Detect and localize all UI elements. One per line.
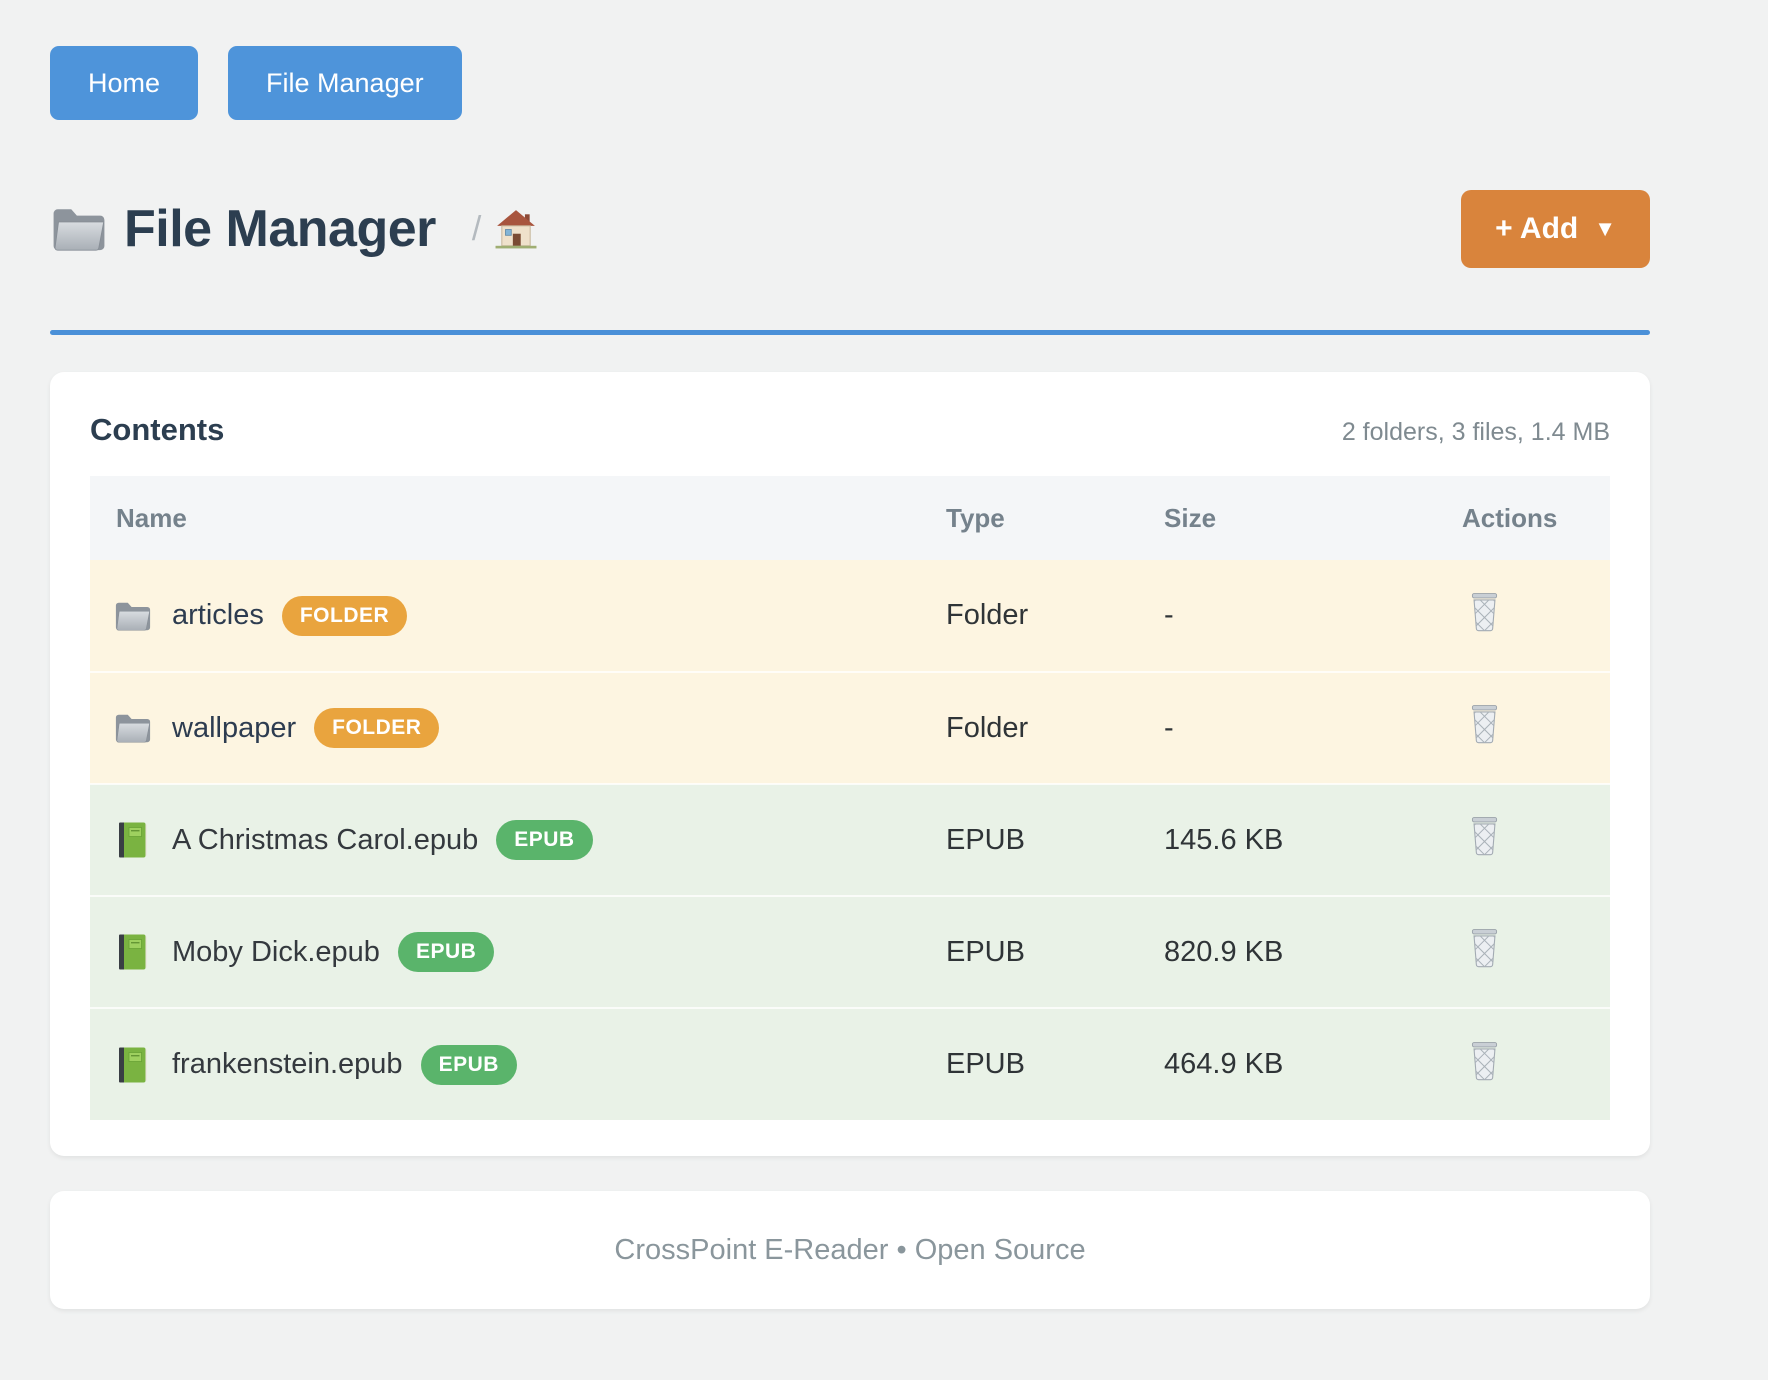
footer-card: CrossPoint E-Reader • Open Source (50, 1191, 1650, 1309)
delete-button[interactable] (1468, 592, 1501, 632)
trash-icon (1468, 1041, 1501, 1081)
top-nav: Home File Manager (50, 0, 1650, 120)
file-name-link[interactable]: articles (172, 599, 264, 632)
size-cell: - (1164, 560, 1462, 672)
delete-button[interactable] (1468, 928, 1501, 968)
folder-icon (114, 597, 152, 635)
home-button[interactable]: Home (50, 46, 198, 120)
file-name-link[interactable]: frankenstein.epub (172, 1048, 403, 1081)
size-cell: 145.6 KB (1164, 784, 1462, 896)
chevron-down-icon: ▼ (1594, 216, 1616, 242)
folder-icon (114, 709, 152, 747)
file-name-link[interactable]: Moby Dick.epub (172, 936, 380, 969)
table-header-row: Name Type Size Actions (90, 476, 1610, 560)
page: Home File Manager File Manager / + Add ▼… (50, 0, 1650, 1309)
epub-badge: EPUB (496, 820, 592, 860)
epub-badge: EPUB (421, 1045, 517, 1085)
folder-badge: FOLDER (314, 708, 439, 748)
page-title: File Manager (124, 199, 436, 259)
file-name-link[interactable]: A Christmas Carol.epub (172, 824, 478, 857)
type-cell: Folder (946, 560, 1164, 672)
file-table: Name Type Size Actions articles FOLDER F… (90, 476, 1610, 1120)
contents-heading: Contents (90, 412, 224, 448)
book-icon (114, 821, 152, 859)
contents-summary: 2 folders, 3 files, 1.4 MB (1342, 418, 1610, 447)
book-icon (114, 1046, 152, 1084)
folder-badge: FOLDER (282, 596, 407, 636)
file-name-link[interactable]: wallpaper (172, 712, 296, 745)
table-row: Moby Dick.epub EPUB EPUB 820.9 KB (90, 896, 1610, 1008)
column-header-name: Name (90, 476, 946, 560)
column-header-type: Type (946, 476, 1164, 560)
type-cell: EPUB (946, 896, 1164, 1008)
breadcrumb: / (472, 210, 481, 249)
table-row: frankenstein.epub EPUB EPUB 464.9 KB (90, 1008, 1610, 1120)
delete-button[interactable] (1468, 704, 1501, 744)
contents-card: Contents 2 folders, 3 files, 1.4 MB Name… (50, 372, 1650, 1156)
add-button-label: + Add (1495, 212, 1578, 246)
size-cell: 820.9 KB (1164, 896, 1462, 1008)
add-button[interactable]: + Add ▼ (1461, 190, 1650, 268)
size-cell: - (1164, 672, 1462, 784)
delete-button[interactable] (1468, 1041, 1501, 1081)
delete-button[interactable] (1468, 816, 1501, 856)
home-icon[interactable] (495, 208, 537, 250)
trash-icon (1468, 592, 1501, 632)
type-cell: Folder (946, 672, 1164, 784)
folder-icon (50, 205, 108, 253)
table-row: articles FOLDER Folder - (90, 560, 1610, 672)
title-divider (50, 330, 1650, 335)
type-cell: EPUB (946, 784, 1164, 896)
column-header-actions: Actions (1462, 476, 1610, 560)
size-cell: 464.9 KB (1164, 1008, 1462, 1120)
column-header-size: Size (1164, 476, 1462, 560)
trash-icon (1468, 928, 1501, 968)
file-manager-button[interactable]: File Manager (228, 46, 462, 120)
type-cell: EPUB (946, 1008, 1164, 1120)
trash-icon (1468, 816, 1501, 856)
contents-card-header: Contents 2 folders, 3 files, 1.4 MB (90, 412, 1610, 448)
footer-text: CrossPoint E-Reader • Open Source (614, 1234, 1085, 1267)
table-row: wallpaper FOLDER Folder - (90, 672, 1610, 784)
trash-icon (1468, 704, 1501, 744)
table-row: A Christmas Carol.epub EPUB EPUB 145.6 K… (90, 784, 1610, 896)
epub-badge: EPUB (398, 932, 494, 972)
page-header: File Manager / + Add ▼ (50, 188, 1650, 270)
book-icon (114, 933, 152, 971)
